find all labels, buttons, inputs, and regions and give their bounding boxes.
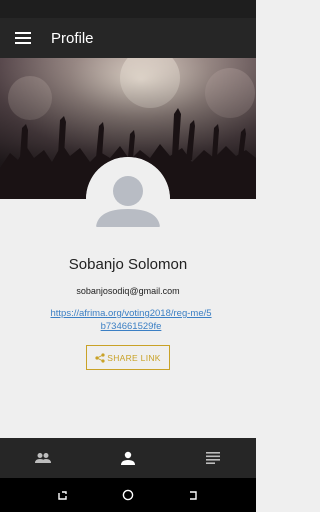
app-bar: Profile (0, 18, 256, 58)
avatar (86, 157, 170, 241)
profile-name: Sobanjo Solomon (68, 256, 188, 273)
profile-link[interactable]: https://afrima.org/voting2018/reg-me/5b7… (48, 308, 214, 333)
list-icon (206, 452, 221, 464)
nav-item-profile[interactable] (85, 438, 170, 478)
home-button[interactable] (121, 488, 135, 502)
page-title: Profile (51, 29, 94, 47)
status-bar (0, 0, 256, 18)
default-avatar-icon (86, 157, 170, 241)
bottom-nav (0, 438, 256, 478)
screen: Profile Sobanjo Solomon sobanjosodiq@gma… (0, 0, 256, 512)
menu-button[interactable] (0, 18, 46, 58)
share-icon (95, 352, 105, 363)
nav-item-people[interactable] (0, 438, 85, 478)
recent-apps-icon (58, 490, 67, 500)
hamburger-menu-icon (15, 32, 31, 44)
back-button[interactable] (186, 488, 200, 502)
share-link-label: SHARE LINK (107, 352, 161, 363)
recent-apps-button[interactable] (56, 488, 70, 502)
people-icon (34, 453, 51, 463)
share-link-button[interactable]: SHARE LINK (86, 345, 170, 370)
home-circle-icon (122, 489, 134, 501)
person-icon (120, 451, 135, 465)
nav-item-list[interactable] (171, 438, 256, 478)
system-nav-bar (0, 478, 256, 512)
profile-email: sobanjosodiq@gmail.com (76, 286, 180, 296)
back-icon (189, 490, 197, 500)
